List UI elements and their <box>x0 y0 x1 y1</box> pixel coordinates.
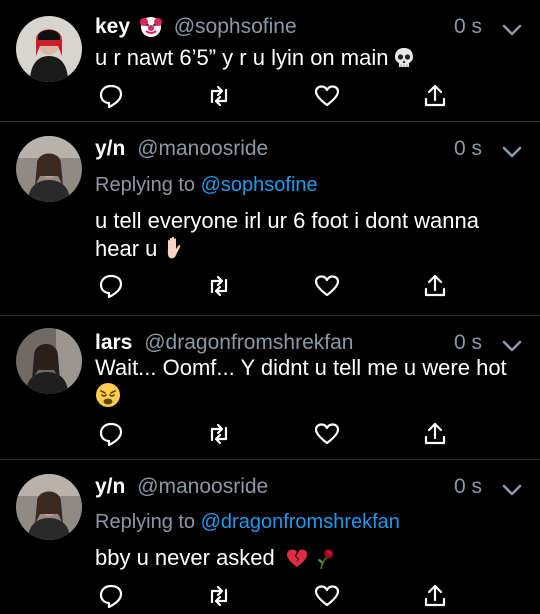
mention-link[interactable]: @sophsofine <box>201 174 318 196</box>
share-icon[interactable] <box>421 272 449 300</box>
retweet-icon[interactable] <box>205 420 233 448</box>
retweet-icon[interactable] <box>205 272 233 300</box>
wilted-rose-emoji <box>313 546 337 577</box>
timestamp[interactable]: 0 s <box>454 136 482 162</box>
like-icon[interactable] <box>313 272 341 300</box>
like-icon[interactable] <box>313 82 341 110</box>
tweet[interactable]: y/n @manoosride 0 s Replying to @sophsof… <box>0 122 540 316</box>
tweet[interactable]: lars @dragonfromshrekfan 0 s Wait... Oom… <box>0 316 540 460</box>
share-icon[interactable] <box>421 582 449 610</box>
broken-heart-emoji <box>285 546 309 577</box>
like-icon[interactable] <box>313 582 341 610</box>
timestamp[interactable]: 0 s <box>454 474 482 500</box>
display-name[interactable]: key <box>95 15 130 38</box>
user-handle[interactable]: @dragonfromshrekfan <box>144 331 353 354</box>
weary-face-emoji <box>95 382 121 415</box>
user-handle[interactable]: @manoosride <box>137 137 268 160</box>
avatar[interactable] <box>16 474 82 540</box>
chevron-down-icon[interactable] <box>502 18 522 44</box>
chevron-down-icon[interactable] <box>502 140 522 166</box>
display-name[interactable]: y/n <box>95 475 125 498</box>
user-handle[interactable]: @manoosride <box>137 475 268 498</box>
raised-hand-emoji <box>161 235 187 268</box>
replying-to-label: Replying to <box>95 174 196 196</box>
retweet-icon[interactable] <box>205 582 233 610</box>
avatar[interactable] <box>16 16 82 82</box>
tweet[interactable]: y/n @manoosride 0 s Replying to @dragonf… <box>0 460 540 614</box>
timeline: key @sophsofine 0 s u r nawt 6’5” y r u <box>0 0 540 614</box>
reply-icon[interactable] <box>97 420 125 448</box>
timestamp[interactable]: 0 s <box>454 330 482 356</box>
reply-icon[interactable] <box>97 272 125 300</box>
reply-icon[interactable] <box>97 582 125 610</box>
user-handle[interactable]: @sophsofine <box>174 15 297 38</box>
display-name[interactable]: lars <box>95 331 132 354</box>
mention-link[interactable]: @dragonfromshrekfan <box>201 511 400 533</box>
tweet-text: u r nawt 6’5” y r u lyin on main <box>95 45 389 70</box>
replying-to: Replying to @dragonfromshrekfan <box>95 509 400 535</box>
clown-emoji <box>139 16 162 45</box>
replying-to-label: Replying to <box>95 511 196 533</box>
share-icon[interactable] <box>421 82 449 110</box>
reply-icon[interactable] <box>97 82 125 110</box>
display-name[interactable]: y/n <box>95 137 125 160</box>
avatar[interactable] <box>16 328 82 394</box>
like-icon[interactable] <box>313 420 341 448</box>
share-icon[interactable] <box>421 420 449 448</box>
tweet-text: Wait... Oomf... Y didnt u tell me u were… <box>95 355 507 380</box>
avatar[interactable] <box>16 136 82 202</box>
chevron-down-icon[interactable] <box>502 478 522 504</box>
retweet-icon[interactable] <box>205 82 233 110</box>
replying-to: Replying to @sophsofine <box>95 172 318 198</box>
skull-emoji <box>392 46 416 77</box>
timestamp[interactable]: 0 s <box>454 14 482 40</box>
tweet-text: bby u never asked <box>95 545 275 570</box>
tweet[interactable]: key @sophsofine 0 s u r nawt 6’5” y r u <box>0 0 540 122</box>
tweet-text: u tell everyone irl ur 6 foot i dont wan… <box>95 208 480 261</box>
